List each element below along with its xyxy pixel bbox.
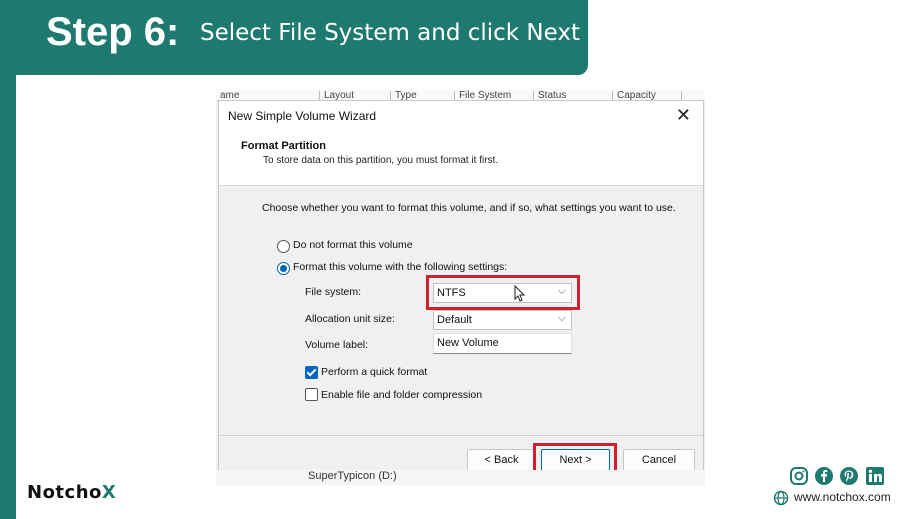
mouse-pointer-icon xyxy=(514,285,526,302)
footer-divider xyxy=(219,435,703,436)
instagram-icon[interactable] xyxy=(789,466,809,486)
volume-label-label: Volume label: xyxy=(305,339,369,351)
volume-label-value: New Volume xyxy=(437,337,499,349)
background-bottom-strip: SuperTypicon (D:) xyxy=(216,470,705,485)
allocation-unit-label: Allocation unit size: xyxy=(305,313,395,325)
section-title: Format Partition xyxy=(241,140,326,152)
step-number: Step 6: xyxy=(46,10,180,54)
compression-label: Enable file and folder compression xyxy=(321,389,483,401)
section-subtitle: To store data on this partition, you mus… xyxy=(263,155,499,166)
radio-format[interactable] xyxy=(277,262,290,275)
file-system-label: File system: xyxy=(305,286,362,298)
step-instruction: Select File System and click Next xyxy=(200,20,581,46)
dialog-title: New Simple Volume Wizard xyxy=(228,109,377,123)
linkedin-icon[interactable] xyxy=(865,466,885,486)
notchox-logo: NotchoX xyxy=(27,482,116,503)
facebook-icon[interactable] xyxy=(814,466,834,486)
left-accent-bar xyxy=(0,0,16,519)
close-icon[interactable]: ✕ xyxy=(676,105,691,126)
logo-text: Notch xyxy=(27,482,90,503)
logo-text: o xyxy=(89,482,102,503)
radio-no-format[interactable] xyxy=(277,240,290,253)
choose-instruction: Choose whether you want to format this v… xyxy=(262,202,676,214)
volume-label-input[interactable]: New Volume xyxy=(433,333,572,354)
dialog-titlebar: New Simple Volume Wizard ✕ xyxy=(219,101,703,131)
back-button[interactable]: < Back xyxy=(467,449,536,471)
wizard-dialog: New Simple Volume Wizard ✕ Format Partit… xyxy=(218,100,704,476)
header-banner: Step 6: Select File System and click Nex… xyxy=(0,0,588,75)
cancel-button[interactable]: Cancel xyxy=(623,449,695,471)
chevron-down-icon: ⌵ xyxy=(557,312,566,324)
screenshot-region: ame Layout Type File System Status Capacity N… xyxy=(216,90,705,485)
allocation-unit-select[interactable]: Default ⌵ xyxy=(433,310,572,330)
quick-format-checkbox[interactable] xyxy=(305,366,318,379)
radio-no-format-label: Do not format this volume xyxy=(293,239,413,251)
logo-x: X xyxy=(101,482,117,503)
allocation-unit-value: Default xyxy=(437,314,472,326)
website-link[interactable]: www.notchox.com xyxy=(794,490,891,504)
globe-icon xyxy=(773,490,789,506)
highlight-file-system xyxy=(426,275,580,310)
bg-volume-text: SuperTypicon (D:) xyxy=(308,470,397,482)
dialog-header-panel: Format Partition To store data on this p… xyxy=(219,131,703,186)
radio-format-label: Format this volume with the following se… xyxy=(293,261,508,273)
pinterest-icon[interactable] xyxy=(839,466,859,486)
quick-format-label: Perform a quick format xyxy=(321,366,428,378)
compression-checkbox[interactable] xyxy=(305,388,318,401)
